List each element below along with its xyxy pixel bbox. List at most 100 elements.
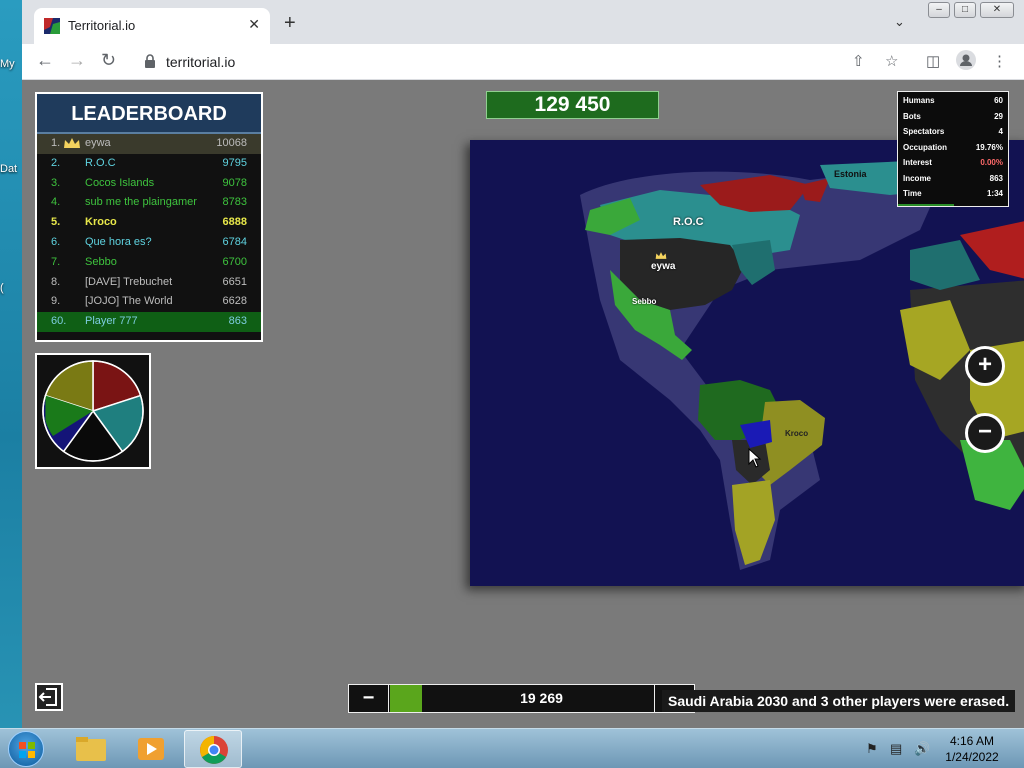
map-label-estonia: Estonia: [834, 169, 867, 179]
desktop-icon-label: My: [0, 58, 15, 70]
desktop-icon-label: (: [0, 282, 4, 294]
leaderboard-row-player[interactable]: 60. Player 777 863: [37, 312, 261, 332]
leaderboard-score: 6651: [222, 275, 247, 288]
tab-search-chevron-icon[interactable]: ⌄: [894, 14, 905, 30]
windows-taskbar: ⚑ ▤ 🔊 4:16 AM 1/24/2022: [0, 728, 1024, 768]
leaderboard-rank: 6.: [51, 235, 61, 248]
territorial-favicon-icon: [44, 18, 60, 34]
game-viewport[interactable]: R.O.C eywa Sebbo Kroco Estonia LEADERBOA…: [22, 80, 1024, 728]
tab-territorial[interactable]: Territorial.io ✕: [34, 8, 270, 44]
troop-ratio-control[interactable]: − 19 269 +: [348, 684, 695, 713]
leaderboard-rank: 60.: [51, 315, 67, 328]
desktop-icon-label: Dat: [0, 163, 18, 175]
leaderboard-rank: 2.: [51, 156, 61, 169]
desktop-icon-my-computer[interactable]: My: [0, 58, 22, 70]
map-label-sebbo: Sebbo: [632, 297, 657, 306]
zoom-out-button[interactable]: −: [965, 413, 1005, 453]
profile-avatar-icon[interactable]: [956, 50, 976, 74]
taskbar-explorer[interactable]: [62, 730, 120, 768]
leaderboard-row[interactable]: 3. Cocos Islands 9078: [37, 174, 261, 194]
leaderboard-row[interactable]: 4. sub me the plaingamer 8783: [37, 193, 261, 213]
media-player-icon: [138, 738, 164, 760]
tab-strip: Territorial.io ✕ + ⌄ – □ ✕: [22, 0, 1024, 44]
mouse-cursor-icon: [748, 448, 762, 468]
new-tab-button[interactable]: +: [284, 12, 296, 35]
troop-ratio-fill: [390, 685, 422, 712]
stat-spectators: Spectators 4: [898, 127, 1008, 143]
minimize-button[interactable]: –: [928, 2, 950, 18]
stat-value: 60: [994, 96, 1003, 105]
leaderboard-row[interactable]: 6. Que hora es? 6784: [37, 233, 261, 253]
tab-close-icon[interactable]: ✕: [248, 16, 260, 33]
pie-chart-graphic: [42, 360, 144, 462]
leaderboard-name: sub me the plaingamer: [85, 196, 197, 209]
stat-income: Income 863: [898, 174, 1008, 190]
leaderboard-rank: 9.: [51, 295, 61, 308]
map-crown-icon: [655, 252, 667, 259]
maximize-button[interactable]: □: [954, 2, 976, 18]
windows-logo-icon: [19, 742, 35, 758]
stat-value: 29: [994, 111, 1003, 121]
stat-humans: Humans 60: [898, 96, 1008, 112]
share-icon[interactable]: ⇧: [852, 52, 865, 70]
leaderboard-score: 10068: [216, 137, 247, 149]
clock-date: 1/24/2022: [945, 750, 999, 764]
leaderboard-row[interactable]: 2. R.O.C 9795: [37, 154, 261, 174]
taskbar-chrome[interactable]: [184, 730, 242, 768]
folder-icon: [76, 737, 106, 761]
menu-kebab-icon[interactable]: ⋮: [992, 52, 1007, 70]
leaderboard-name: Kroco: [85, 216, 117, 229]
stat-time: Time 1:34: [898, 189, 1008, 205]
leaderboard-panel: LEADERBOARD 1. eywa 10068 2. R.O.C 9795 …: [35, 92, 263, 342]
network-icon[interactable]: ▤: [890, 741, 902, 757]
leaderboard-rank: 4.: [51, 196, 61, 209]
address-bar[interactable]: territorial.io: [134, 48, 874, 76]
forward-icon[interactable]: →: [68, 50, 86, 71]
map-label-eywa: eywa: [651, 261, 676, 272]
exit-icon: [38, 688, 57, 706]
exit-game-button[interactable]: [35, 683, 63, 711]
stat-bots: Bots 29: [898, 112, 1008, 128]
time-progress-bar: [898, 204, 954, 206]
desktop-icon-other[interactable]: (: [0, 282, 22, 294]
balance-display: 129 450: [486, 91, 659, 119]
back-icon[interactable]: ←: [36, 50, 54, 71]
leaderboard-rank: 1.: [51, 137, 61, 149]
stat-occupation: Occupation 19.76%: [898, 143, 1008, 159]
stat-label: Bots: [903, 111, 921, 121]
leaderboard-name: [DAVE] Trebuchet: [85, 275, 173, 288]
leaderboard-score: 6700: [222, 255, 247, 268]
leaderboard-rank: 3.: [51, 176, 61, 189]
lock-icon: [145, 54, 155, 68]
tab-title: Territorial.io: [68, 18, 136, 33]
stat-value: 863: [989, 173, 1003, 183]
side-panel-icon[interactable]: ◫: [926, 52, 940, 70]
leaderboard-name: [JOJO] The World: [85, 295, 173, 308]
leaderboard-name: Que hora es?: [85, 235, 152, 248]
troop-decrease-button[interactable]: −: [349, 685, 389, 712]
leaderboard-row[interactable]: 5. Kroco 6888: [37, 213, 261, 233]
leaderboard-score: 9078: [222, 176, 247, 189]
bookmark-star-icon[interactable]: ☆: [885, 52, 898, 70]
leaderboard-name: R.O.C: [85, 156, 116, 169]
map-label-kroco: Kroco: [785, 429, 809, 438]
desktop-icon-data[interactable]: Dat: [0, 163, 22, 175]
close-window-button[interactable]: ✕: [980, 2, 1014, 18]
taskbar-media-player[interactable]: [122, 730, 180, 768]
reload-icon[interactable]: ↻: [101, 50, 116, 71]
zoom-in-button[interactable]: +: [965, 346, 1005, 386]
stat-label: Time: [903, 189, 922, 198]
leaderboard-score: 863: [228, 315, 247, 328]
leaderboard-row[interactable]: 1. eywa 10068: [37, 134, 261, 154]
leaderboard-row[interactable]: 7. Sebbo 6700: [37, 253, 261, 273]
stat-label: Occupation: [903, 142, 948, 152]
taskbar-clock[interactable]: 4:16 AM 1/24/2022: [940, 733, 1004, 765]
action-center-icon[interactable]: ⚑: [866, 741, 878, 757]
volume-icon[interactable]: 🔊: [914, 741, 930, 757]
leaderboard-row[interactable]: 8. [DAVE] Trebuchet 6651: [37, 273, 261, 293]
stat-value: 1:34: [986, 189, 1003, 198]
start-button[interactable]: [8, 731, 44, 767]
leaderboard-name: Cocos Islands: [85, 176, 155, 189]
leaderboard-row[interactable]: 9. [JOJO] The World 6628: [37, 292, 261, 312]
stat-value: 19.76%: [975, 142, 1003, 152]
